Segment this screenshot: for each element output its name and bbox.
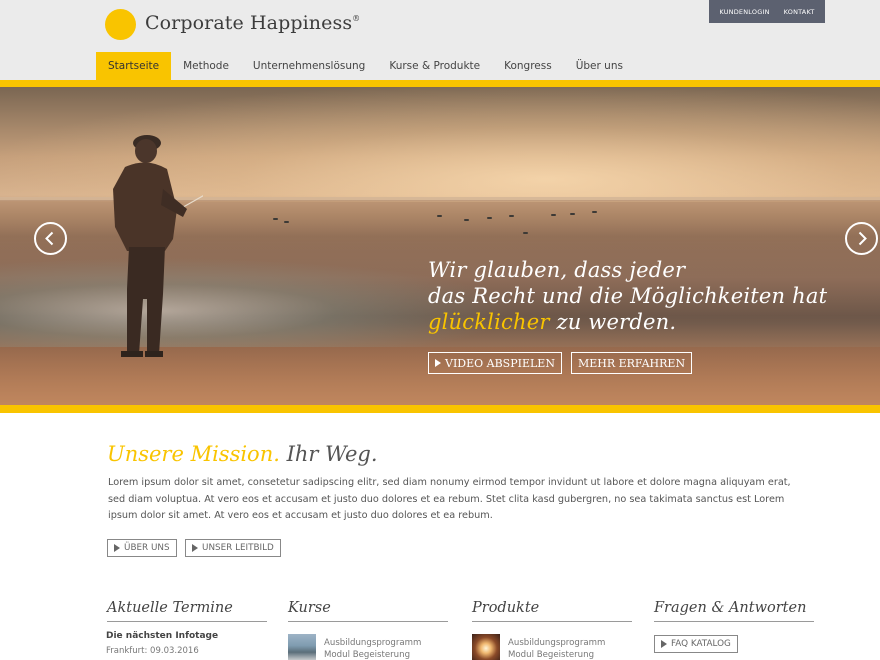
produkte-title: Produkte: [472, 600, 540, 616]
top-links: KUNDENLOGIN KONTAKT: [709, 0, 825, 23]
bird-icon: [437, 215, 442, 217]
produkte-item-line-2: Modul Begeisterung: [508, 650, 595, 660]
bird-icon: [570, 213, 575, 215]
produkte-item-line-1: Ausbildungsprogramm: [508, 638, 606, 648]
learn-more-button[interactable]: MEHR ERFAHREN: [570, 352, 693, 374]
slider-next-button[interactable]: [845, 222, 878, 255]
bird-icon: [523, 232, 528, 234]
leitbild-button[interactable]: UNSER LEITBILD: [185, 539, 281, 557]
hero-top-border: [0, 80, 880, 87]
bird-icon: [273, 218, 278, 220]
play-icon: [661, 640, 667, 648]
logo-text[interactable]: Corporate Happiness®: [145, 12, 360, 34]
video-play-button[interactable]: VIDEO ABSPIELEN: [428, 352, 562, 374]
bird-icon: [509, 215, 514, 217]
chevron-right-icon: [858, 231, 867, 246]
leitbild-label: UNSER LEITBILD: [202, 543, 274, 553]
bird-icon: [464, 219, 469, 221]
hero-slider: Wir glauben, dass jeder das Recht und di…: [0, 87, 880, 405]
hero-bottom-border: [0, 405, 880, 413]
hero-highlight: glücklicher: [428, 310, 550, 334]
mission-title-highlight: Unsere Mission.: [107, 442, 280, 466]
faq-title: Fragen & Antworten: [654, 600, 807, 616]
main-nav: Startseite Methode Unternehmenslösung Ku…: [96, 52, 635, 80]
bird-icon: [487, 217, 492, 219]
bird-icon: [284, 221, 289, 223]
learn-more-label: MEHR ERFAHREN: [577, 356, 686, 370]
mission-title: Unsere Mission. Ihr Weg.: [107, 442, 378, 466]
nav-item-kongress[interactable]: Kongress: [492, 52, 564, 80]
kundenlogin-link[interactable]: KUNDENLOGIN: [719, 8, 769, 16]
mission-body: Lorem ipsum dolor sit amet, consetetur s…: [108, 477, 791, 522]
fisherman-figure: [113, 135, 203, 357]
hero-line-3: glücklicher zu werden.: [428, 309, 827, 335]
nav-item-kurse-produkte[interactable]: Kurse & Produkte: [377, 52, 492, 80]
produkte-thumbnail[interactable]: [472, 634, 500, 660]
slider-prev-button[interactable]: [34, 222, 67, 255]
chevron-left-icon: [45, 231, 54, 246]
mission-title-rest: Ihr Weg.: [286, 442, 378, 466]
faq-katalog-button[interactable]: FAQ KATALOG: [654, 635, 738, 653]
faq-divider: [654, 621, 814, 622]
kurse-item[interactable]: Ausbildungsprogramm Modul Begeisterung: [324, 637, 421, 660]
termine-item-title[interactable]: Die nächsten Infotage: [106, 631, 218, 641]
kurse-thumbnail[interactable]: [288, 634, 316, 660]
play-icon: [192, 544, 198, 552]
termine-divider: [107, 621, 267, 622]
termine-item-sub: Frankfurt: 09.03.2016: [106, 646, 199, 656]
kontakt-link[interactable]: KONTAKT: [784, 8, 815, 16]
kurse-item-line-2: Modul Begeisterung: [324, 650, 411, 660]
nav-item-startseite[interactable]: Startseite: [96, 52, 172, 80]
hero-line-1: Wir glauben, dass jeder: [428, 258, 686, 282]
bird-icon: [551, 214, 556, 216]
produkte-divider: [472, 621, 632, 622]
nav-item-methode[interactable]: Methode: [171, 52, 241, 80]
kurse-divider: [288, 621, 448, 622]
ueber-uns-label: ÜBER UNS: [124, 543, 170, 553]
hero-line-2: das Recht und die Möglichkeiten hat: [428, 284, 828, 308]
video-play-label: VIDEO ABSPIELEN: [445, 356, 555, 370]
produkte-item[interactable]: Ausbildungsprogramm Modul Begeisterung: [508, 637, 605, 660]
kurse-title: Kurse: [288, 600, 331, 616]
logo-sun-icon[interactable]: [105, 9, 136, 40]
nav-item-ueber-uns[interactable]: Über uns: [564, 52, 635, 80]
play-icon: [114, 544, 120, 552]
bird-icon: [592, 211, 597, 213]
play-icon: [435, 359, 441, 367]
nav-item-unternehmensloesung[interactable]: Unternehmenslösung: [241, 52, 377, 80]
hero-line-3-rest: zu werden.: [549, 310, 677, 334]
termine-title: Aktuelle Termine: [107, 600, 233, 616]
kurse-item-line-1: Ausbildungsprogramm: [324, 638, 422, 648]
hero-buttons: VIDEO ABSPIELEN MEHR ERFAHREN: [428, 352, 693, 374]
ueber-uns-button[interactable]: ÜBER UNS: [107, 539, 177, 557]
hero-headline: Wir glauben, dass jeder das Recht und di…: [428, 257, 827, 335]
faq-katalog-label: FAQ KATALOG: [671, 639, 731, 649]
